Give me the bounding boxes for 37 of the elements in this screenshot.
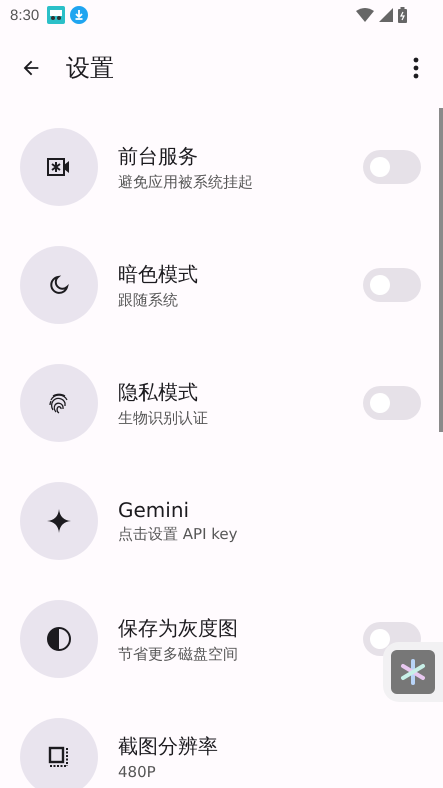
setting-subtitle: 点击设置 API key [118, 525, 238, 544]
moon-icon [49, 275, 69, 295]
setting-title: Gemini [118, 498, 190, 522]
status-time: 8:30 [10, 6, 40, 24]
setting-subtitle: 跟随系统 [118, 290, 179, 310]
wifi-icon [356, 8, 374, 22]
setting-subtitle: 480P [118, 763, 157, 781]
fingerprint-icon [48, 392, 70, 414]
setting-title: 保存为灰度图 [118, 614, 238, 642]
contrast-icon [47, 627, 71, 651]
settings-item[interactable]: 前台服务 避免应用被系统挂起 [0, 108, 443, 226]
settings-item[interactable]: 截图分辨率 480P [0, 698, 443, 788]
sparkle-icon [47, 509, 71, 533]
page-title: 设置 [66, 53, 114, 84]
signal-icon [379, 8, 393, 22]
crop-icon [48, 746, 70, 768]
setting-title: 隐私模式 [118, 378, 199, 406]
more-icon [413, 57, 419, 79]
setting-subtitle: 避免应用被系统挂起 [118, 172, 253, 192]
setting-subtitle: 生物识别认证 [118, 408, 208, 428]
setting-subtitle: 节省更多磁盘空间 [118, 644, 238, 664]
app-notification-icon [47, 6, 66, 24]
floating-button[interactable] [391, 650, 435, 694]
toggle-switch[interactable] [363, 150, 421, 184]
settings-item[interactable]: 隐私模式 生物识别认证 [0, 344, 443, 462]
setting-title: 截图分辨率 [118, 733, 218, 760]
toggle-switch[interactable] [363, 268, 421, 302]
settings-item[interactable]: Gemini 点击设置 API key [0, 462, 443, 580]
asterisk-icon [399, 658, 427, 686]
camera-icon [47, 157, 71, 177]
setting-title: 暗色模式 [118, 260, 198, 288]
setting-title: 前台服务 [118, 142, 199, 170]
battery-icon [398, 7, 407, 23]
download-icon [70, 6, 88, 24]
settings-item[interactable]: 暗色模式 跟随系统 [0, 226, 443, 344]
scrollbar[interactable] [439, 108, 443, 432]
toggle-switch[interactable] [363, 386, 421, 420]
